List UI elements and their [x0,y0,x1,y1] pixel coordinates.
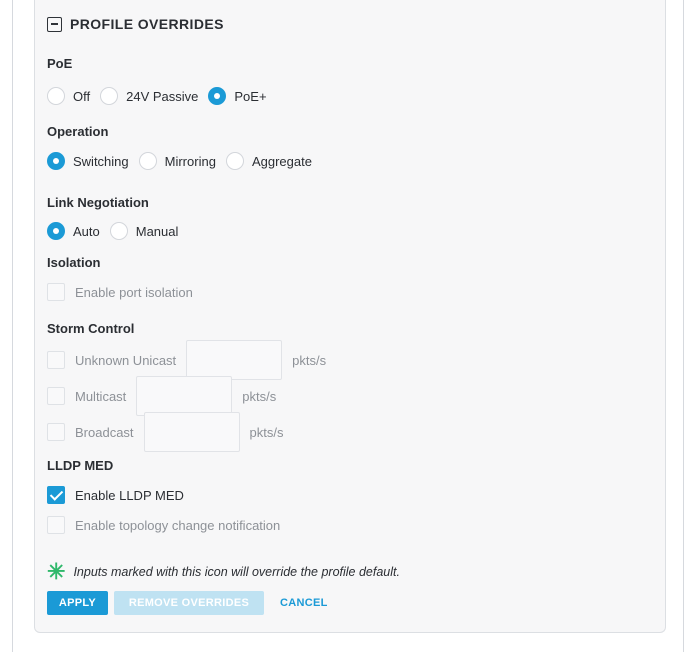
unknown-unicast-unit: pkts/s [292,352,327,368]
enable-lldp-med-label: Enable LLDP MED [75,487,184,503]
radio-switching[interactable] [47,152,65,170]
link-option-auto[interactable]: Auto [47,222,100,240]
multicast-label: Multicast [75,388,127,404]
enable-port-isolation-label: Enable port isolation [75,284,193,300]
radio-24v-passive[interactable] [100,87,119,105]
section-header[interactable]: PROFILE OVERRIDES [47,16,224,32]
minus-square-icon[interactable] [47,16,62,32]
radio-off[interactable] [47,87,65,105]
multicast-unit: pkts/s [242,388,277,404]
link-option-manual[interactable]: Manual [109,222,179,240]
unknown-unicast-label: Unknown Unicast [75,352,177,368]
radio-mirroring[interactable] [138,152,157,170]
topology-change-checkbox[interactable] [47,516,65,534]
poe-option-24v-passive[interactable]: 24V Passive [100,87,198,105]
storm-row-broadcast: Broadcast pkts/s [47,412,284,452]
operation-radio-group: Switching Mirroring Aggregate [47,152,322,170]
storm-control-label: Storm Control [47,321,135,336]
storm-row-unknown-unicast: Unknown Unicast pkts/s [47,340,326,380]
poe-radio-group: Off 24V Passive PoE+ [47,87,277,105]
operation-option-aggregate[interactable]: Aggregate [225,152,312,170]
cancel-button[interactable]: CANCEL [280,591,328,615]
unknown-unicast-input[interactable] [186,340,283,380]
link-negotiation-radio-group: Auto Manual [47,222,188,240]
multicast-input[interactable] [136,376,233,416]
poe-option-poe-plus[interactable]: PoE+ [208,87,267,105]
broadcast-label: Broadcast [75,424,134,440]
apply-button[interactable]: APPLY [47,591,108,615]
operation-option-switching[interactable]: Switching [47,152,129,170]
isolation-label: Isolation [47,255,101,270]
unknown-unicast-checkbox[interactable] [47,351,65,369]
operation-label: Operation [47,124,109,139]
option-label: Switching [73,153,129,169]
option-label: Auto [73,223,100,239]
multicast-checkbox[interactable] [47,387,65,405]
action-buttons: APPLY REMOVE OVERRIDES CANCEL [47,591,328,615]
option-label: Manual [135,223,179,239]
link-negotiation-label: Link Negotiation [47,195,149,210]
lldp-topology-row: Enable topology change notification [47,516,280,534]
isolation-row: Enable port isolation [47,283,193,301]
radio-aggregate[interactable] [225,152,244,170]
option-label: PoE+ [234,88,267,104]
override-note-text: Inputs marked with this icon will overri… [73,565,400,579]
option-label: Off [73,88,91,104]
option-label: Mirroring [164,153,216,169]
enable-port-isolation-checkbox[interactable] [47,283,65,301]
asterisk-icon: ✳ [47,559,66,584]
operation-option-mirroring[interactable]: Mirroring [138,152,216,170]
option-label: 24V Passive [126,88,199,104]
radio-poe-plus[interactable] [208,87,227,105]
radio-manual[interactable] [109,222,128,240]
poe-label: PoE [47,56,73,71]
poe-option-off[interactable]: Off [47,87,90,105]
storm-row-multicast: Multicast pkts/s [47,376,276,416]
section-title: PROFILE OVERRIDES [70,16,224,32]
topology-change-label: Enable topology change notification [75,517,281,533]
override-note: ✳ Inputs marked with this icon will over… [47,561,400,583]
radio-auto[interactable] [47,222,65,240]
broadcast-unit: pkts/s [249,424,284,440]
broadcast-checkbox[interactable] [47,423,65,441]
lldp-med-label: LLDP MED [47,458,114,473]
enable-lldp-med-checkbox[interactable] [47,486,65,504]
lldp-enable-row: Enable LLDP MED [47,486,184,504]
option-label: Aggregate [251,153,312,169]
broadcast-input[interactable] [143,412,240,452]
remove-overrides-button[interactable]: REMOVE OVERRIDES [114,591,264,615]
